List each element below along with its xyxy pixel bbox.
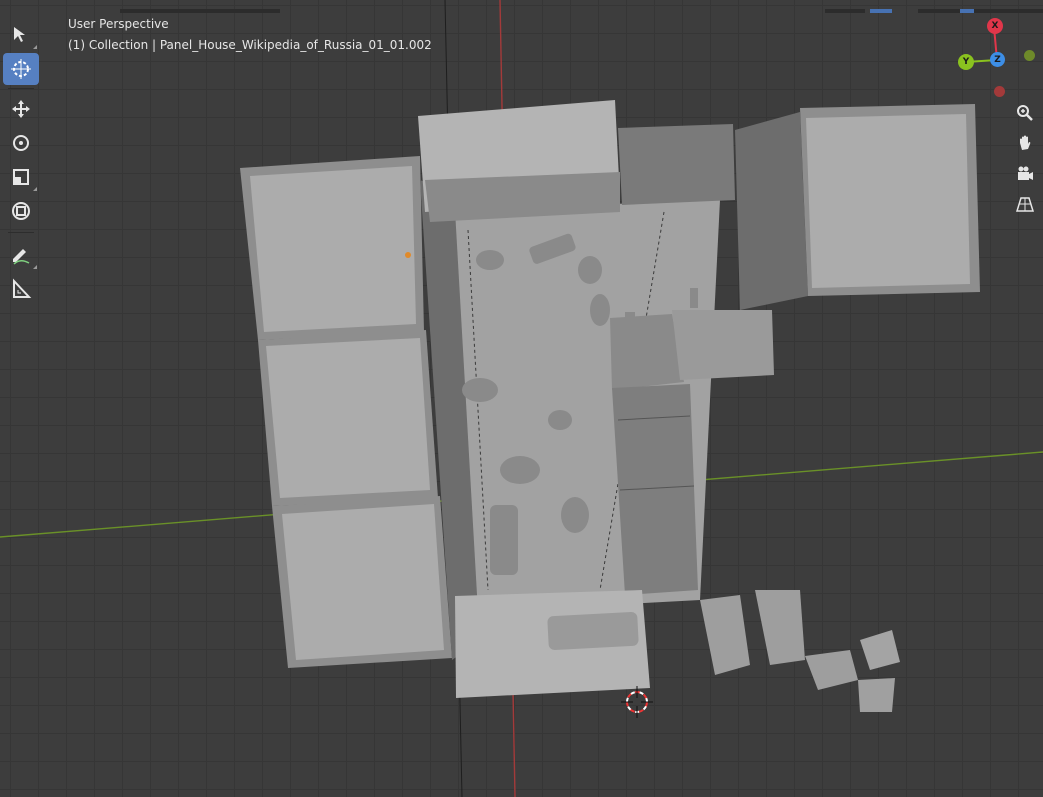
rotate-icon: [13, 135, 29, 151]
camera-icon: [1018, 166, 1033, 180]
measure-tool[interactable]: [3, 273, 39, 305]
scale-tool[interactable]: [3, 161, 39, 193]
left-roof-block-middle: [258, 330, 438, 506]
right-building-facade: [735, 112, 808, 310]
select-tool[interactable]: [3, 19, 39, 51]
cursor-tool[interactable]: [3, 53, 39, 85]
scale-icon: [13, 169, 29, 185]
x-axis-ball[interactable]: X: [987, 18, 1003, 34]
bus-model: [547, 611, 639, 651]
zoom-icon: [1017, 105, 1033, 121]
neg-x-axis-ball[interactable]: [994, 86, 1005, 97]
camera-view-button[interactable]: [1012, 161, 1038, 187]
zoom-button[interactable]: [1012, 100, 1038, 126]
move-tool[interactable]: [3, 93, 39, 125]
3d-cursor-icon: [11, 59, 31, 79]
hand-icon: [1020, 135, 1031, 150]
pan-button[interactable]: [1012, 130, 1038, 156]
3d-cursor: [621, 686, 653, 718]
cursor-select-icon: [14, 27, 25, 42]
neg-y-axis-ball[interactable]: [1024, 50, 1035, 61]
left-roof-block-top: [240, 156, 424, 340]
collection-label: (1) Collection | Panel_House_Wikipedia_o…: [68, 38, 432, 52]
left-roof-block-bottom: [272, 496, 452, 668]
top-right-block: [618, 124, 735, 205]
move-arrows-icon: [12, 100, 30, 118]
annex-right: [672, 310, 774, 380]
view-label: User Perspective: [68, 17, 169, 31]
perspective-toggle-button[interactable]: [1012, 191, 1038, 217]
scene-render: [0, 0, 1043, 797]
loose-props: [700, 590, 900, 712]
object-origin-dot: [405, 252, 411, 258]
viewport-header-edge: [0, 0, 1043, 13]
annotate-pencil-icon: [13, 249, 30, 265]
y-axis-ball[interactable]: Y: [958, 54, 974, 70]
z-axis-ball[interactable]: Z: [990, 52, 1005, 67]
measure-ruler-icon: [13, 278, 32, 298]
annex-left: [610, 314, 684, 390]
3d-viewport[interactable]: User Perspective (1) Collection | Panel_…: [0, 0, 1043, 797]
transform-icon: [12, 202, 30, 220]
transform-tool[interactable]: [3, 195, 39, 227]
rotate-tool[interactable]: [3, 127, 39, 159]
right-building-roof: [806, 114, 970, 288]
grid-perspective-icon: [1015, 197, 1035, 212]
annotate-tool[interactable]: [3, 239, 39, 271]
navigation-gizmo[interactable]: X Y Z: [950, 14, 1035, 100]
